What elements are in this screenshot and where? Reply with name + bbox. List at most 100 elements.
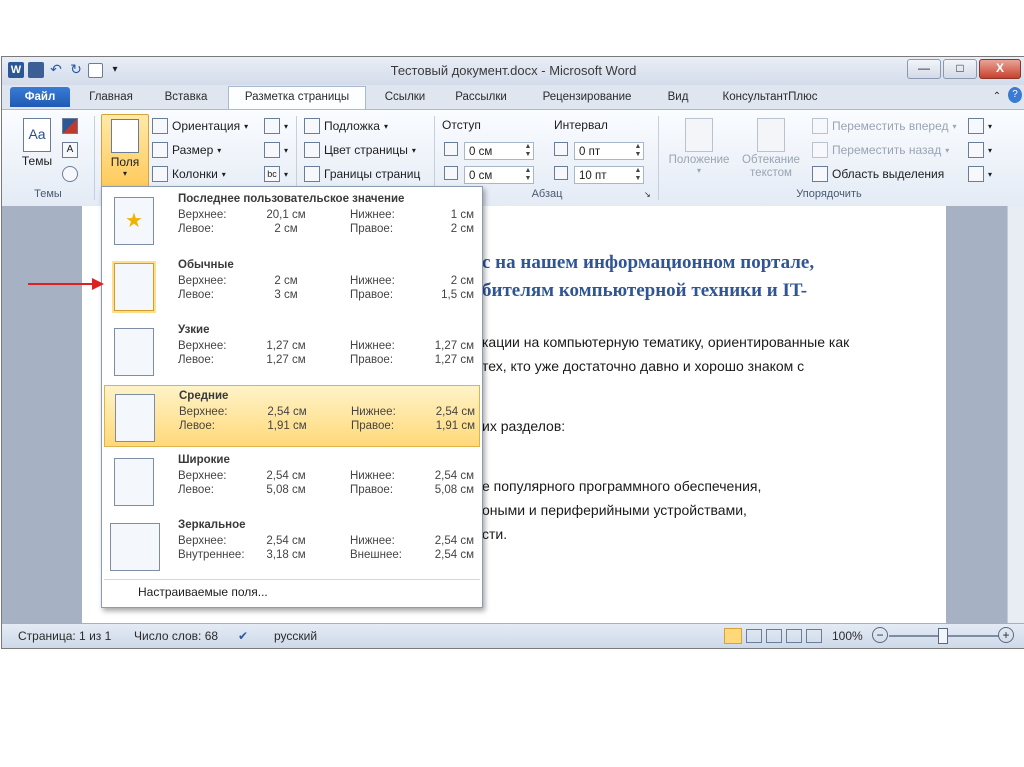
spacing-after-icon (554, 166, 568, 180)
window-title: Тестовый документ.docx - Microsoft Word (390, 63, 637, 78)
tab-page-layout[interactable]: Разметка страницы (228, 86, 366, 110)
minimize-ribbon-icon[interactable]: ⌃ (990, 87, 1004, 107)
align-icon (968, 118, 984, 134)
option-value: 2,54 см (434, 535, 474, 547)
web-layout-view-icon[interactable] (766, 629, 782, 643)
page-borders-button[interactable]: Границы страниц (304, 166, 420, 182)
option-title: Средние (179, 390, 229, 402)
page-color-dropdown-icon: ▾ (411, 145, 416, 155)
spacing-before-icon (554, 142, 568, 156)
rotate-button[interactable]: ▾ (968, 166, 992, 182)
size-button[interactable]: Размер ▾ (152, 142, 221, 158)
full-screen-view-icon[interactable] (746, 629, 762, 643)
outline-view-icon[interactable] (786, 629, 802, 643)
page-count[interactable]: Страница: 1 из 1 (18, 629, 111, 643)
option-value: 1,27 см (434, 354, 474, 366)
theme-fonts-button[interactable]: A (62, 142, 78, 158)
spelling-check-icon[interactable]: ✔ (238, 629, 248, 643)
zoom-out-button[interactable]: − (872, 627, 888, 643)
bring-forward-button[interactable]: Переместить вперед ▾ (812, 118, 957, 134)
minimize-button[interactable]: — (907, 59, 941, 79)
tab-insert[interactable]: Вставка (152, 87, 220, 107)
tab-mailings[interactable]: Рассылки (446, 87, 516, 107)
word-count[interactable]: Число слов: 68 (134, 629, 218, 643)
doc-line: сти. (482, 526, 508, 542)
send-backward-button[interactable]: Переместить назад ▾ (812, 142, 949, 158)
theme-effects-button[interactable] (62, 166, 78, 182)
doc-line: тех, кто уже достаточно давно и хорошо з… (482, 358, 805, 374)
selection-pane-button[interactable]: Область выделения (812, 166, 944, 182)
tab-file[interactable]: Файл (10, 87, 70, 107)
zoom-level[interactable]: 100% (832, 629, 863, 643)
option-label: Нижнее: (350, 535, 395, 547)
columns-button[interactable]: Колонки ▾ (152, 166, 226, 182)
margin-option-mirrored[interactable]: Зеркальное Верхнее: 2,54 см Нижнее: 2,54… (104, 515, 480, 577)
spin-arrows-icon[interactable]: ▲ ▼ (523, 143, 533, 159)
spacing-before-input[interactable]: 0 пт ▲ ▼ (574, 142, 644, 160)
tab-review[interactable]: Рецензирование (526, 87, 648, 107)
close-button[interactable]: X (979, 59, 1021, 79)
tab-home[interactable]: Главная (78, 87, 144, 107)
size-icon (152, 142, 168, 158)
spacing-after-input[interactable]: 10 пт ▲ ▼ (574, 166, 644, 184)
watermark-button[interactable]: Подложка ▾ (304, 118, 388, 134)
dialog-launcher-icon[interactable]: ↘ (644, 190, 651, 199)
margin-option-wide[interactable]: Широкие Верхнее: 2,54 см Нижнее: 2,54 см… (104, 450, 480, 512)
breaks-icon (264, 118, 280, 134)
language[interactable]: русский (274, 629, 317, 643)
zoom-slider-thumb[interactable] (938, 628, 948, 644)
tab-references[interactable]: Ссылки (372, 87, 438, 107)
themes-button[interactable]: Aa Темы (14, 114, 60, 184)
orientation-button[interactable]: Ориентация ▾ (152, 118, 248, 134)
send-backward-dropdown-icon: ▾ (945, 145, 950, 155)
margin-option-last-custom[interactable]: ★ Последнее пользовательское значение Ве… (104, 189, 480, 251)
option-label: Верхнее: (178, 209, 227, 221)
hyphenation-icon: bc (264, 166, 280, 182)
line-numbers-button[interactable]: ▾ (264, 142, 288, 158)
option-value: 1,27 см (266, 340, 306, 352)
option-value: 2 см (274, 223, 298, 235)
draft-view-icon[interactable] (806, 629, 822, 643)
option-label: Нижнее: (350, 470, 395, 482)
align-button[interactable]: ▾ (968, 118, 992, 134)
doc-heading-line-1: с на нашем информационном портале, (482, 252, 815, 273)
option-label: Правое: (350, 223, 394, 235)
option-value: 1,91 см (267, 420, 307, 432)
option-value: 2,54 см (434, 549, 474, 561)
margins-button[interactable]: Поля ▾ (101, 114, 149, 190)
spin-arrows-icon[interactable]: ▲ ▼ (633, 167, 643, 183)
spin-arrows-icon[interactable]: ▲ ▼ (633, 143, 643, 159)
tab-view[interactable]: Вид (656, 87, 700, 107)
tab-consultant[interactable]: КонсультантПлюс (710, 87, 830, 107)
maximize-button[interactable]: □ (943, 59, 977, 79)
bring-forward-label: Переместить вперед (832, 119, 949, 133)
print-layout-view-icon[interactable] (724, 628, 742, 644)
margin-option-narrow[interactable]: Узкие Верхнее: 1,27 см Нижнее: 1,27 см Л… (104, 320, 480, 382)
themes-label: Темы (21, 154, 53, 168)
zoom-in-button[interactable]: + (998, 627, 1014, 643)
wrap-text-button[interactable]: Обтекание текстом (736, 114, 806, 188)
breaks-button[interactable]: ▾ (264, 118, 288, 134)
custom-margins-item[interactable]: Настраиваемые поля... (138, 585, 268, 599)
option-title: Широкие (178, 454, 230, 466)
margin-option-normal[interactable]: Обычные Верхнее: 2 см Нижнее: 2 см Левое… (104, 255, 480, 317)
margin-option-moderate[interactable]: Средние Верхнее: 2,54 см Нижнее: 2,54 см… (104, 385, 480, 447)
theme-colors-button[interactable] (62, 118, 78, 134)
hyphenation-button[interactable]: bc ▾ (264, 166, 288, 182)
position-button[interactable]: Положение ▾ (664, 114, 734, 184)
help-icon[interactable]: ? (1008, 87, 1022, 103)
group-button[interactable]: ▾ (968, 142, 992, 158)
position-icon (685, 118, 713, 152)
indent-right-input[interactable]: 0 см ▲ ▼ (464, 166, 534, 184)
star-icon: ★ (114, 197, 154, 245)
option-value: 2 см (274, 275, 298, 287)
option-value: 1,91 см (435, 420, 475, 432)
vertical-scrollbar[interactable] (1007, 206, 1024, 624)
page-color-button[interactable]: Цвет страницы ▾ (304, 142, 416, 158)
group-dropdown-icon: ▾ (988, 145, 993, 155)
size-label: Размер (172, 143, 214, 157)
group-label-arrange: Упорядочить (796, 188, 862, 200)
indent-left-input[interactable]: 0 см ▲ ▼ (464, 142, 534, 160)
spin-arrows-icon[interactable]: ▲ ▼ (523, 167, 533, 183)
option-row-top: Верхнее: 1,27 см Нижнее: 1,27 см (178, 340, 478, 354)
